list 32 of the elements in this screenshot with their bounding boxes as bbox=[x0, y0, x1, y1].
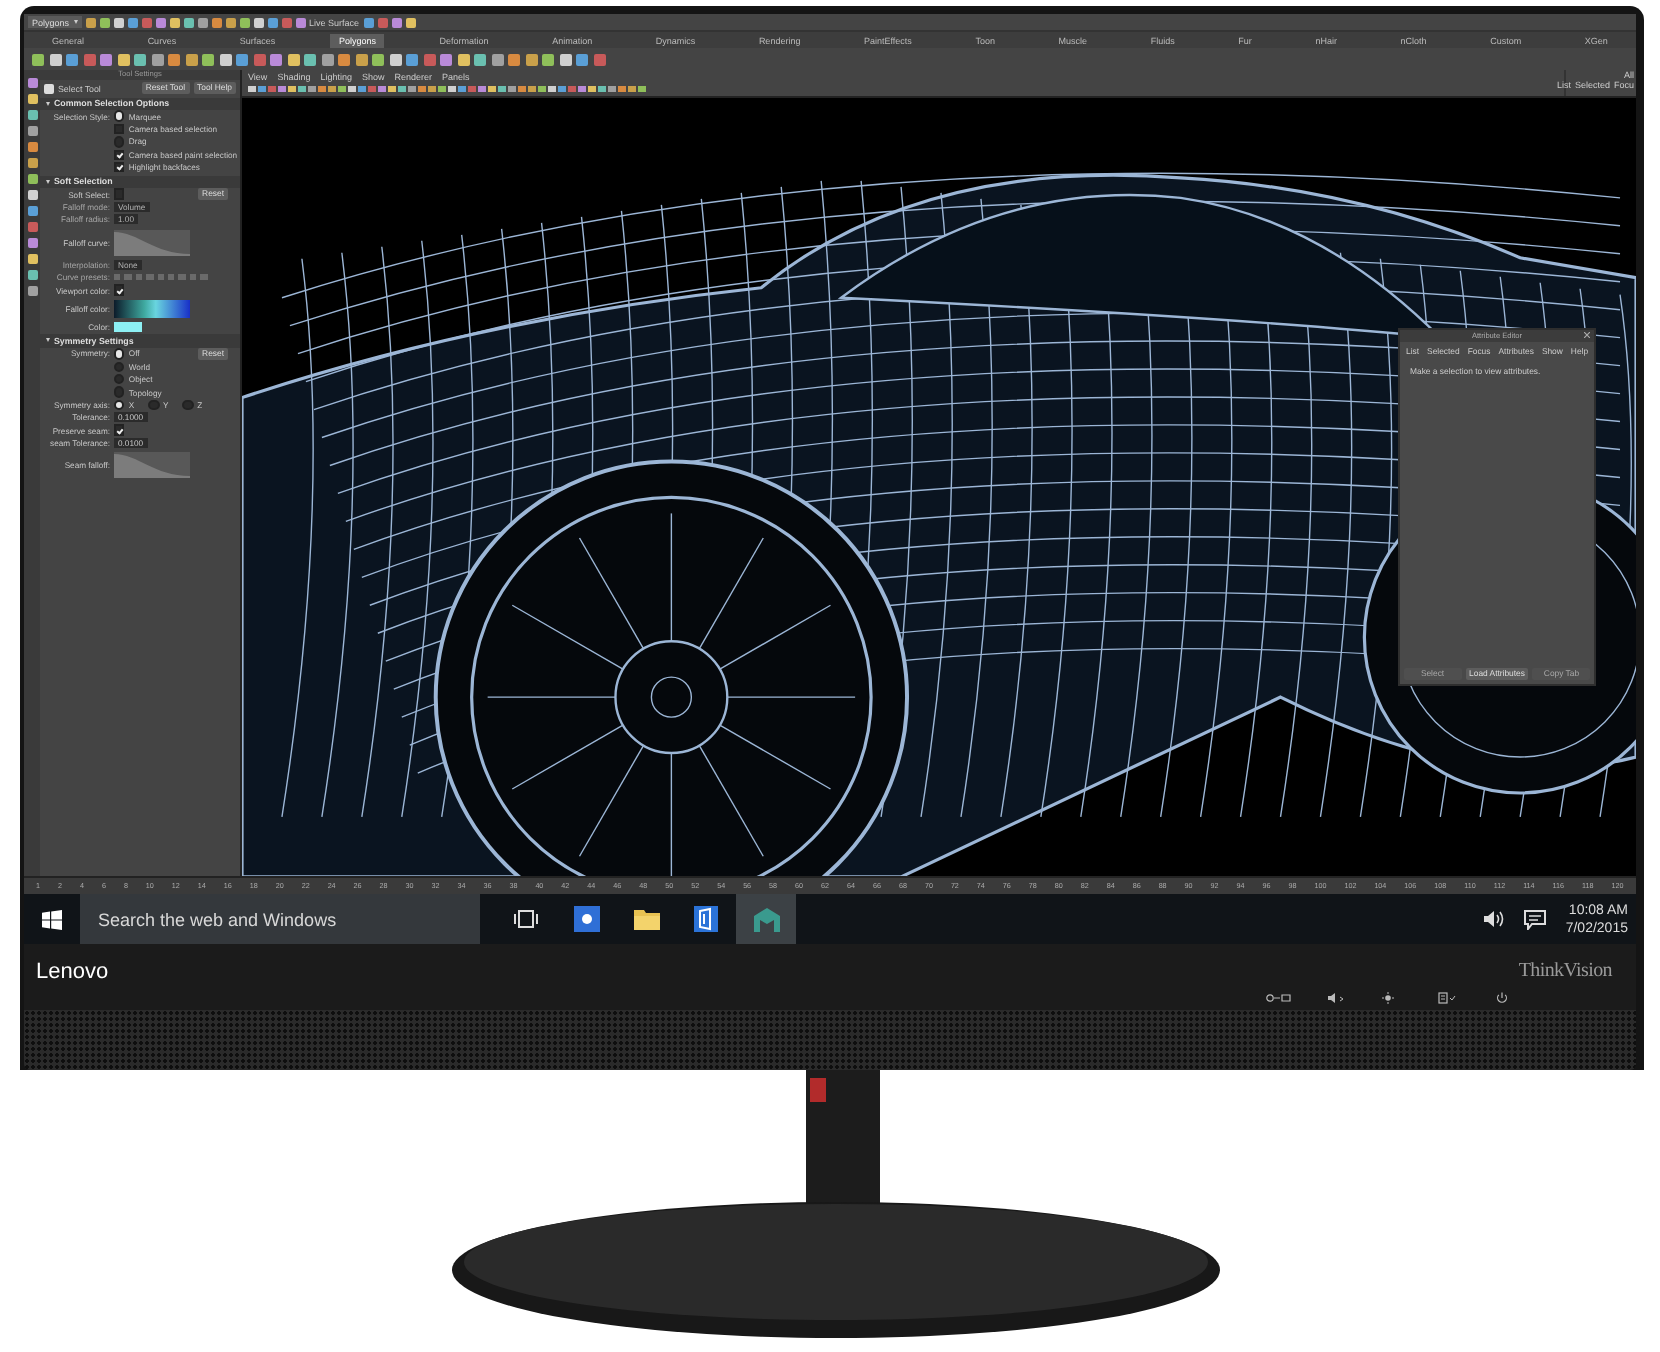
radio-button[interactable] bbox=[114, 348, 125, 360]
search-field[interactable]: Search the web and Windows bbox=[80, 894, 480, 944]
radio-button[interactable] bbox=[114, 386, 125, 398]
radio-button[interactable] bbox=[114, 136, 125, 148]
brand-logo: Lenovo bbox=[36, 959, 109, 983]
radio-button[interactable] bbox=[148, 399, 160, 411]
checkbox[interactable] bbox=[114, 123, 125, 135]
windows-logo-icon[interactable] bbox=[42, 909, 62, 929]
color-ramp[interactable] bbox=[114, 299, 190, 318]
folder-icon[interactable] bbox=[633, 908, 659, 930]
radio-button[interactable] bbox=[114, 373, 125, 385]
app-icon[interactable] bbox=[573, 906, 599, 932]
checkbox[interactable] bbox=[114, 188, 125, 200]
model-logo: ThinkVision bbox=[1518, 960, 1612, 982]
input-icon[interactable] bbox=[1264, 992, 1292, 1004]
radio-button[interactable] bbox=[182, 399, 194, 411]
office-icon[interactable] bbox=[694, 906, 718, 932]
falloff-curve-graph[interactable] bbox=[114, 452, 190, 479]
volume-icon[interactable] bbox=[1483, 910, 1504, 928]
color-swatch[interactable] bbox=[114, 322, 142, 332]
checkbox[interactable] bbox=[114, 424, 125, 436]
close-icon[interactable] bbox=[1584, 332, 1590, 339]
radio-button[interactable] bbox=[114, 110, 125, 122]
falloff-curve-graph[interactable] bbox=[114, 229, 190, 256]
radio-button[interactable] bbox=[114, 399, 125, 411]
checkbox[interactable] bbox=[114, 149, 125, 161]
notification-icon[interactable] bbox=[1523, 909, 1546, 929]
menu-icon[interactable] bbox=[1432, 992, 1460, 1004]
checkbox[interactable] bbox=[114, 162, 125, 173]
radio-button[interactable] bbox=[114, 361, 125, 372]
task-view-icon[interactable] bbox=[514, 910, 538, 928]
checkbox[interactable] bbox=[114, 284, 125, 296]
